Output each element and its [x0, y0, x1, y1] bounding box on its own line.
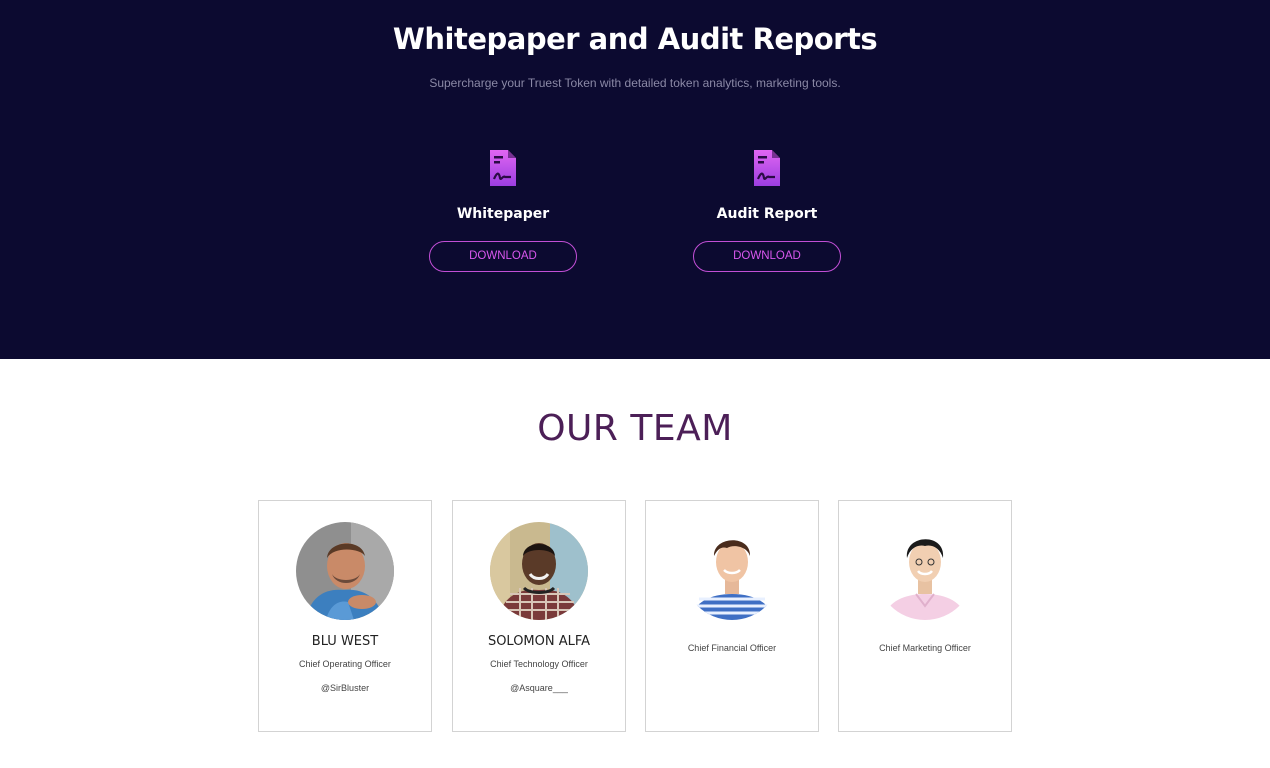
whitepaper-download-button[interactable]: DOWNLOAD	[429, 241, 577, 272]
team-member-card: Chief Financial Officer	[645, 500, 819, 732]
member-name: BLU WEST	[311, 634, 379, 649]
team-member-card: BLU WEST Chief Operating Officer @SirBlu…	[258, 500, 432, 732]
team-title: OUR TEAM	[537, 408, 733, 449]
document-signature-icon	[754, 150, 780, 186]
audit-report-download-button[interactable]: DOWNLOAD	[693, 241, 841, 272]
member-role: Chief Operating Officer	[299, 659, 391, 669]
team-member-card: SOLOMON ALFA Chief Technology Officer @A…	[452, 500, 626, 732]
avatar	[683, 522, 781, 620]
whitepaper-audit-section: Whitepaper and Audit Reports Supercharge…	[0, 0, 1270, 359]
whitepaper-label: Whitepaper	[456, 206, 550, 222]
avatar	[876, 522, 974, 620]
member-name: SOLOMON ALFA	[487, 634, 591, 649]
document-signature-icon	[490, 150, 516, 186]
section-subtitle: Supercharge your Truest Token with detai…	[429, 76, 841, 90]
member-role: Chief Technology Officer	[490, 659, 588, 669]
member-role: Chief Financial Officer	[687, 643, 777, 653]
team-member-card: Chief Marketing Officer	[838, 500, 1012, 732]
avatar	[490, 522, 588, 620]
member-handle: @Asquare___	[510, 683, 568, 693]
member-role: Chief Marketing Officer	[879, 643, 971, 653]
audit-report-label: Audit Report	[716, 206, 818, 222]
audit-report-item: Audit Report DOWNLOAD	[692, 148, 842, 272]
avatar	[296, 522, 394, 620]
section-title: Whitepaper and Audit Reports	[392, 22, 878, 56]
member-handle: @SirBluster	[320, 683, 370, 693]
whitepaper-item: Whitepaper DOWNLOAD	[428, 148, 578, 272]
